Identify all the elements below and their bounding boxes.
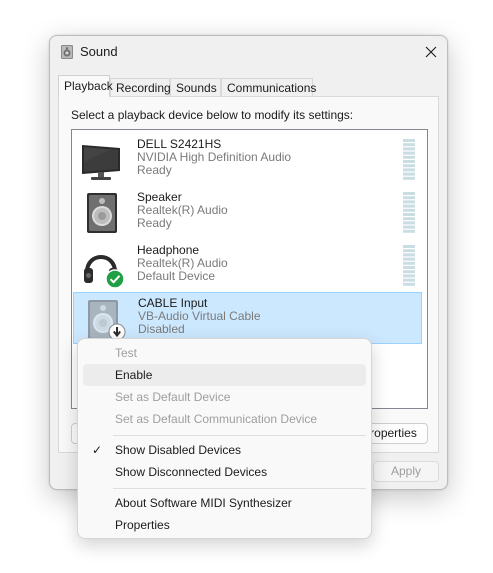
level-meter-segment [403, 147, 415, 151]
level-meter-segment [403, 266, 415, 269]
device-item-cable-input[interactable]: CABLE Input VB-Audio Virtual Cable Disab… [73, 292, 422, 344]
level-meter-segment [403, 278, 415, 282]
level-meter-segment [403, 164, 415, 168]
menu-item-label: Show Disabled Devices [115, 443, 242, 457]
close-button[interactable] [415, 36, 447, 68]
level-meter [403, 192, 415, 233]
level-meter-segment [403, 225, 415, 229]
device-name: DELL S2421HS [137, 137, 222, 151]
level-meter-segment [403, 261, 415, 265]
level-meter-segment [403, 217, 415, 221]
window-title: Sound [80, 44, 118, 59]
level-meter-segment [403, 168, 415, 172]
level-meter-segment [403, 229, 415, 233]
level-meter-segment [403, 200, 415, 204]
menu-item-properties[interactable]: Properties [83, 514, 366, 536]
close-icon [425, 46, 437, 58]
menu-item-about-midi[interactable]: About Software MIDI Synthesizer [83, 492, 366, 514]
device-item-speaker[interactable]: Speaker Realtek(R) Audio Ready [73, 186, 422, 238]
level-meter-segment [403, 213, 415, 216]
device-item-headphone[interactable]: Headphone Realtek(R) Audio Default Devic… [73, 239, 422, 291]
menu-item-test[interactable]: Test [83, 342, 366, 364]
speaker-icon [60, 44, 74, 60]
device-driver: NVIDIA High Definition Audio [137, 150, 292, 164]
menu-item-show-disabled[interactable]: ✓ Show Disabled Devices [83, 439, 366, 461]
device-status: Ready [137, 216, 172, 230]
level-meter-segment [403, 274, 415, 278]
level-meter-segment [403, 253, 415, 257]
tab-sounds[interactable]: Sounds [170, 78, 221, 96]
level-meter-segment [403, 221, 415, 225]
tab-playback[interactable]: Playback [58, 75, 113, 97]
device-name: CABLE Input [138, 296, 208, 310]
level-meter-segment [403, 270, 415, 274]
level-meter-segment [403, 204, 415, 208]
instruction-text: Select a playback device below to modify… [71, 108, 354, 122]
level-meter-segment [403, 257, 415, 261]
level-meter [403, 139, 415, 180]
level-meter-segment [403, 196, 415, 200]
level-meter-segment [403, 249, 415, 253]
level-meter-segment [403, 192, 415, 195]
device-name: Headphone [137, 243, 200, 257]
device-driver: Realtek(R) Audio [137, 203, 228, 217]
device-status: Ready [137, 163, 172, 177]
level-meter-segment [403, 282, 415, 286]
level-meter-segment [403, 176, 415, 180]
level-meter-segment [403, 172, 415, 176]
apply-button[interactable]: Apply [373, 461, 439, 482]
menu-item-show-disconnected[interactable]: Show Disconnected Devices [83, 461, 366, 483]
level-meter-segment [403, 139, 415, 142]
menu-item-set-default-communication[interactable]: Set as Default Communication Device [83, 408, 366, 430]
device-item-dell[interactable]: DELL S2421HS NVIDIA High Definition Audi… [73, 133, 422, 185]
menu-separator [113, 435, 366, 436]
device-status: Disabled [138, 322, 185, 336]
menu-item-set-default-device[interactable]: Set as Default Device [83, 386, 366, 408]
level-meter-segment [403, 151, 415, 155]
level-meter-segment [403, 208, 415, 212]
title-bar[interactable]: Sound [50, 36, 447, 68]
checkmark-icon: ✓ [92, 443, 103, 457]
level-meter-segment [403, 143, 415, 147]
level-meter-segment [403, 160, 415, 163]
level-meter-segment [403, 245, 415, 248]
menu-item-enable[interactable]: Enable [83, 364, 366, 386]
device-status: Default Device [137, 269, 216, 283]
level-meter-segment [403, 155, 415, 159]
device-driver: Realtek(R) Audio [137, 256, 228, 270]
green-check-icon [105, 269, 125, 289]
device-driver: VB-Audio Virtual Cable [138, 309, 261, 323]
monitor-icon [79, 138, 123, 182]
tab-communications[interactable]: Communications [221, 78, 316, 96]
device-name: Speaker [137, 190, 182, 204]
menu-separator [113, 488, 366, 489]
context-menu: Test Enable Set as Default Device Set as… [77, 338, 372, 539]
level-meter [403, 245, 415, 286]
tab-recording[interactable]: Recording [110, 78, 171, 96]
speaker-box-icon [79, 191, 123, 235]
